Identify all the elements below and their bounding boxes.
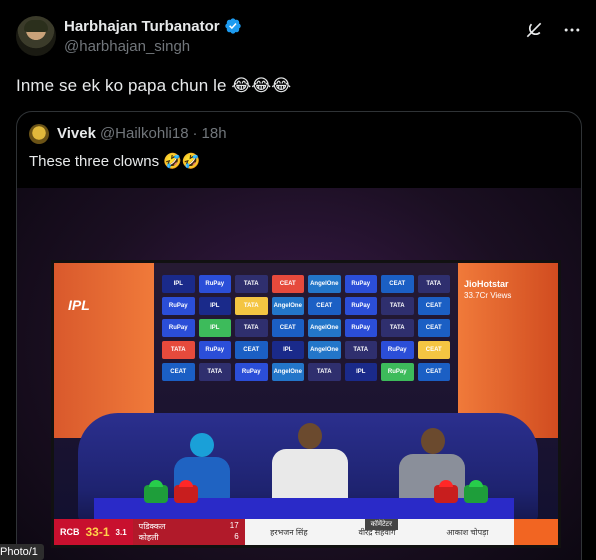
score-team: RCB	[60, 527, 80, 537]
quoted-text: These three clowns 🤣🤣	[29, 153, 201, 170]
broadcast-studio: IPL JioHotstar 33.7Cr Views IPL RuPay TATA…	[54, 263, 558, 545]
commentary-label: कॉमेंटेटर	[364, 518, 398, 530]
jiohotstar-title: JioHotstar	[464, 279, 509, 289]
sponsor-tile: TATA	[235, 275, 268, 293]
author-handle[interactable]: @harbhajan_singh	[64, 38, 190, 55]
post: Harbhajan Turbanator @harbhajan_singh In…	[0, 0, 596, 560]
sponsor-tile: RuPay	[198, 341, 231, 359]
sponsor-tile: CEAT	[417, 341, 450, 359]
sponsor-tile: AngelOne	[308, 341, 341, 359]
score-overs: 3.1	[115, 527, 127, 537]
sponsor-tile: TATA	[162, 341, 195, 359]
sponsor-tile: CEAT	[271, 275, 304, 293]
score-bar: RCB 33-1 3.1 पडिक्कल 17 कोहली 6 कॉमेंटेट…	[54, 518, 558, 545]
quoted-author-avatar[interactable]	[29, 124, 49, 144]
jiohotstar-overlay: JioHotstar 33.7Cr Views	[464, 279, 552, 301]
tv-screen: IPL JioHotstar 33.7Cr Views IPL RuPay TATA…	[51, 260, 561, 548]
jiohotstar-views: 33.7Cr Views	[464, 290, 512, 300]
sponsor-tile: CEAT	[417, 319, 450, 337]
post-text: Inme se ek ko papa chun le 😂😂😂	[16, 76, 292, 95]
sponsor-tile: RuPay	[235, 363, 268, 381]
quoted-separator: ·	[192, 125, 198, 142]
score-batters: पडिक्कल 17 कोहली 6	[132, 519, 245, 545]
commentator-name-1: हरभजन सिंह	[270, 527, 308, 537]
batter1-name: पडिक्कल	[138, 522, 166, 531]
post-actions	[524, 20, 582, 40]
sponsor-tile: IPL	[198, 319, 231, 337]
sponsor-tile: CEAT	[381, 275, 414, 293]
srh-logo	[514, 519, 558, 545]
quoted-time[interactable]: 18h	[202, 125, 227, 142]
batter2-score: 6	[234, 532, 239, 541]
sponsor-tile: CEAT	[235, 341, 268, 359]
sponsor-tile: TATA	[381, 319, 414, 337]
sponsor-tile: TATA	[235, 297, 268, 315]
sponsor-tile: RuPay	[344, 319, 377, 337]
sponsor-tile: IPL	[344, 363, 377, 381]
commentator-center	[272, 423, 348, 505]
score-team-block: RCB 33-1 3.1	[54, 519, 133, 545]
commentator-name-3: आकाश चोपड़ा	[446, 527, 489, 537]
sponsor-tile: CEAT	[417, 297, 450, 315]
buzzer-green-right	[464, 485, 488, 503]
author-display-name[interactable]: Harbhajan Turbanator	[64, 18, 220, 35]
sponsor-tile: RuPay	[344, 275, 377, 293]
sponsor-tile: CEAT	[271, 319, 304, 337]
verified-badge-icon	[224, 18, 241, 34]
quoted-handle[interactable]: @Hailkohli18	[100, 125, 189, 142]
ipl-logo: IPL	[68, 297, 90, 313]
quoted-header: Vivek @Hailkohli18 · 18h	[57, 125, 227, 142]
sponsor-tile: TATA	[308, 363, 341, 381]
sponsor-tile: IPL	[198, 297, 231, 315]
sponsor-tile: RuPay	[381, 341, 414, 359]
buzzer-green-left	[144, 485, 168, 503]
sponsor-tile: AngelOne	[308, 319, 341, 337]
commentator-names: कॉमेंटेटर हरभजन सिंह वीरेंद्र सहवाग आकाश…	[245, 518, 514, 538]
author-avatar[interactable]	[16, 16, 56, 56]
studio-panel-left	[54, 263, 154, 438]
sponsor-tile: RuPay	[198, 275, 231, 293]
sponsor-tile: IPL	[271, 341, 304, 359]
sponsor-tile: RuPay	[381, 363, 414, 381]
sponsor-tile: AngelOne	[271, 363, 304, 381]
sponsor-tile: TATA	[235, 319, 268, 337]
batter2-name: कोहली	[138, 533, 159, 542]
sponsor-tile: TATA	[381, 297, 414, 315]
buzzer-red-right	[434, 485, 458, 503]
sponsor-tile: AngelOne	[308, 275, 341, 293]
sponsor-tile: CEAT	[308, 297, 341, 315]
sponsor-tile: AngelOne	[271, 297, 304, 315]
photo-counter: Photo/1	[0, 544, 44, 560]
sponsor-tile: IPL	[162, 275, 195, 293]
more-icon[interactable]	[562, 20, 582, 40]
sponsor-tile: TATA	[198, 363, 231, 381]
sponsor-tile: RuPay	[162, 297, 195, 315]
sponsor-tile: RuPay	[344, 297, 377, 315]
sponsor-wall: IPL RuPay TATA CEAT AngelOne RuPay CEAT TATA RuP…	[158, 271, 454, 401]
sponsor-tile: TATA	[344, 341, 377, 359]
sponsor-tile: CEAT	[417, 363, 450, 381]
sponsor-tile: CEAT	[162, 363, 195, 381]
quoted-media-image[interactable]: IPL JioHotstar 33.7Cr Views IPL RuPay TATA…	[17, 188, 581, 560]
quoted-display-name[interactable]: Vivek	[57, 125, 96, 142]
quoted-post[interactable]: Vivek @Hailkohli18 · 18h These three clo…	[16, 111, 582, 560]
buzzer-red-left	[174, 485, 198, 503]
score-runs: 33-1	[85, 525, 110, 539]
sponsor-tile: TATA	[417, 275, 450, 293]
batter1-score: 17	[229, 521, 239, 530]
sponsor-tile: RuPay	[162, 319, 195, 337]
author-name-row: Harbhajan Turbanator	[64, 17, 242, 35]
grok-icon[interactable]	[524, 20, 544, 40]
